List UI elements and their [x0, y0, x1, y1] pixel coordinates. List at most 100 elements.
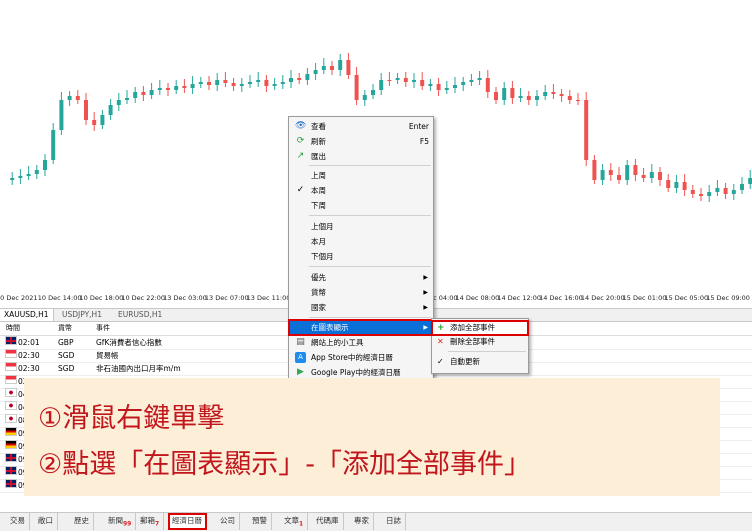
candle-body	[379, 80, 384, 90]
time-tick-label: 15 Dec 05:00	[664, 294, 709, 302]
candle-body	[51, 130, 56, 160]
eye-icon: 👁	[295, 121, 307, 131]
tab-3[interactable]: 新聞99	[104, 513, 137, 530]
candle-body	[18, 176, 23, 178]
candle-body	[272, 84, 277, 86]
candle-body	[608, 170, 613, 175]
instruction-step-1: ①滑鼠右鍵單擊	[38, 403, 225, 434]
candle-body	[461, 82, 466, 85]
menu-item-website-widget[interactable]: ▤ 網站上的小工具	[289, 335, 433, 350]
header-event: 事件	[96, 324, 110, 332]
tab-0[interactable]: 交易	[6, 513, 30, 530]
candle-body	[617, 175, 621, 180]
tab-label: 日誌	[386, 516, 401, 525]
candle-body	[543, 92, 548, 96]
tab-label: 郵箱	[140, 516, 155, 525]
submenu-add-all-events[interactable]: + 添加全部事件	[431, 320, 529, 336]
menu-item-next-week[interactable]: 下周	[289, 198, 433, 213]
menu-item-next-month[interactable]: 下個月	[289, 249, 433, 264]
menu-item-country[interactable]: 國家 ▶	[289, 300, 433, 315]
flag-icon	[5, 388, 17, 397]
cell-time: 02:30	[18, 364, 40, 373]
cell-currency: SGD	[58, 351, 75, 360]
menu-item-view[interactable]: 👁 查看 Enter	[289, 119, 433, 134]
terminal-tabs: 交易 敞口 歷史 新聞99 郵箱7 經濟日曆 公司 預警 文章1 代碼庫 專家 日誌	[0, 512, 752, 531]
cell-time: 02:30	[18, 351, 40, 360]
tab-2[interactable]: 歷史	[70, 513, 94, 530]
tab-6[interactable]: 公司	[216, 513, 240, 530]
candle-body	[84, 100, 88, 120]
candle-body	[239, 84, 244, 86]
menu-item-this-month[interactable]: 本月	[289, 234, 433, 249]
candle-body	[133, 92, 138, 98]
chart-tab-eurusd[interactable]: EURUSD,H1	[114, 309, 166, 321]
candle-body	[264, 80, 269, 86]
candle-body	[190, 84, 195, 88]
time-tick-label: 10 Dec 18:00	[79, 294, 124, 302]
candle-body	[371, 90, 375, 95]
flag-icon	[5, 349, 17, 358]
candle-body	[649, 172, 654, 178]
menu-item-refresh[interactable]: ⟳ 刷新 F5	[289, 134, 433, 149]
candle-body	[248, 82, 252, 84]
chart-tab-usdjpy[interactable]: USDJPY,H1	[58, 309, 106, 321]
tab-10[interactable]: 專家	[350, 513, 374, 530]
candle-body	[502, 88, 507, 100]
candle-body	[338, 60, 343, 70]
candle-body	[674, 182, 679, 188]
submenu-remove-all-events[interactable]: ✕ 刪除全部事件	[432, 335, 528, 349]
candle-body	[592, 160, 597, 180]
header-currency: 貨幣	[58, 324, 72, 332]
candle-body	[330, 66, 334, 70]
context-menu: 👁 查看 Enter ⟳ 刷新 F5 ↗ 匯出 上周 ✓ 本周 下周 上個月 本…	[288, 116, 434, 380]
menu-item-this-week[interactable]: ✓ 本周	[289, 183, 433, 198]
flag-icon	[5, 336, 17, 345]
flag-icon	[5, 440, 17, 449]
candle-body	[108, 105, 113, 115]
candle-body	[690, 190, 695, 194]
tab-label: 敞口	[38, 516, 53, 525]
menu-item-priority[interactable]: 優先 ▶	[289, 270, 433, 285]
tab-5[interactable]: 經濟日曆	[168, 513, 207, 530]
tab-badge: 99	[123, 520, 132, 528]
candle-body	[682, 182, 687, 190]
candle-body	[740, 184, 744, 190]
candle-body	[297, 78, 302, 80]
menu-item-export[interactable]: ↗ 匯出	[289, 149, 433, 164]
menu-separator	[309, 215, 431, 216]
tab-badge: 1	[299, 520, 304, 528]
tab-1[interactable]: 敞口	[34, 513, 58, 530]
tab-7[interactable]: 預警	[248, 513, 272, 530]
tab-label: 文章	[284, 516, 299, 525]
tab-4[interactable]: 郵箱7	[136, 513, 165, 530]
candle-body	[715, 188, 720, 192]
candle-body	[116, 100, 121, 105]
candle-body	[289, 78, 293, 82]
candle-body	[100, 115, 105, 125]
menu-item-last-month[interactable]: 上個月	[289, 219, 433, 234]
submenu-auto-update[interactable]: ✓ 自動更新	[432, 355, 528, 369]
tab-8[interactable]: 文章1	[280, 513, 309, 530]
tab-label: 公司	[220, 516, 235, 525]
chevron-right-icon: ▶	[423, 324, 428, 331]
tab-9[interactable]: 代碼庫	[312, 513, 344, 530]
time-tick-label: 14 Dec 12:00	[497, 294, 542, 302]
menu-item-last-week[interactable]: 上周	[289, 168, 433, 183]
menu-item-show-on-chart[interactable]: 在圖表顯示 ▶	[288, 319, 434, 336]
candle-body	[43, 160, 47, 170]
time-tick-label: 13 Dec 07:00	[204, 294, 249, 302]
tab-badge: 7	[155, 520, 160, 528]
candle-body	[518, 96, 523, 98]
candle-body	[731, 190, 736, 194]
candle-body	[182, 86, 187, 88]
candle-body	[477, 78, 482, 80]
cell-currency: SGD	[58, 364, 75, 373]
menu-item-currency[interactable]: 貨幣 ▶	[289, 285, 433, 300]
menu-item-app-store[interactable]: A App Store中的經濟日曆	[289, 350, 433, 365]
chart-tab-xauusd[interactable]: XAUUSD,H1	[0, 309, 54, 321]
candle-body	[444, 88, 449, 90]
tab-11[interactable]: 日誌	[382, 513, 406, 530]
candle-body	[485, 78, 490, 92]
candle-body	[75, 96, 80, 100]
time-tick-label: 14 Dec 20:00	[580, 294, 625, 302]
